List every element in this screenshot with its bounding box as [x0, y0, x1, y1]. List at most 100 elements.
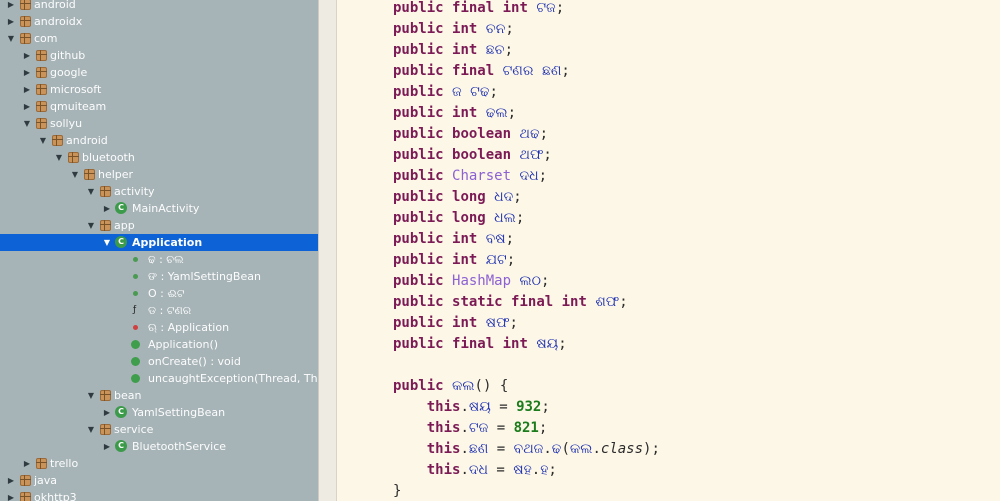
code-line[interactable]: public final int ଷୟ; — [393, 334, 567, 355]
expand-arrow-icon[interactable]: ▼ — [38, 132, 48, 149]
tree-row[interactable]: ▶ java — [0, 472, 318, 489]
expand-arrow-icon[interactable]: ▼ — [22, 115, 32, 132]
code-line[interactable]: public କଲ() { — [393, 376, 508, 397]
code-line[interactable]: this.ଟଜ = 821; — [393, 418, 548, 439]
tree-row[interactable]: ▶ C BluetoothService — [0, 438, 318, 455]
tree-row[interactable]: ▼ activity — [0, 183, 318, 200]
tree-row[interactable]: ▼ helper — [0, 166, 318, 183]
code-keyword: int — [452, 252, 478, 268]
package-icon — [100, 424, 111, 435]
code-line[interactable]: public long ଧଦ; — [393, 187, 522, 208]
code-line[interactable]: public long ଧଲ; — [393, 208, 524, 229]
collapse-arrow-icon[interactable]: ▶ — [6, 13, 16, 30]
tree-row[interactable]: ▶ C YamlSettingBean — [0, 404, 318, 421]
tree-row[interactable]: onCreate() : void — [0, 353, 318, 370]
tree-row[interactable]: ▶ github — [0, 47, 318, 64]
expand-arrow-icon[interactable]: ▼ — [70, 166, 80, 183]
expand-arrow-icon[interactable]: ▼ — [102, 234, 112, 251]
code-line[interactable]: public int ଢଲ; — [393, 103, 516, 124]
tree-row[interactable]: ▼ bluetooth — [0, 149, 318, 166]
code-line[interactable]: public boolean ଥଫ; — [393, 145, 552, 166]
collapse-arrow-icon[interactable]: ▶ — [22, 64, 32, 81]
code-keyword: boolean — [452, 126, 512, 142]
collapse-arrow-icon[interactable]: ▶ — [22, 47, 32, 64]
tree-row[interactable]: ▼ com — [0, 30, 318, 47]
tree-row[interactable]: ▶ trello — [0, 455, 318, 472]
tree-row[interactable]: ଋ : Application — [0, 319, 318, 336]
tree-row[interactable]: ▶ okhttp3 — [0, 489, 318, 501]
code-line[interactable]: public ଜ ଟଢ; — [393, 82, 498, 103]
code-line[interactable]: public final ଟଣର ଛଣ; — [393, 61, 570, 82]
code-line[interactable]: public boolean ଥଢ; — [393, 124, 548, 145]
code-line[interactable]: public int ବଷ; — [393, 229, 514, 250]
expand-arrow-icon[interactable]: ▼ — [6, 30, 16, 47]
code-line[interactable]: public int ଛଚ; — [393, 40, 513, 61]
tree-row[interactable]: Ο : ଈଟ — [0, 285, 318, 302]
code-text: ; — [505, 21, 514, 37]
tree-row[interactable]: ▼ service — [0, 421, 318, 438]
expand-arrow-icon[interactable]: ▼ — [54, 149, 64, 166]
tree-row[interactable]: ▼ app — [0, 217, 318, 234]
tree-row[interactable]: ▶ android — [0, 0, 318, 13]
tree-row-label: Ο : ଈଟ — [148, 287, 185, 300]
tree-row[interactable]: ▶ androidx — [0, 13, 318, 30]
expand-arrow-icon[interactable]: ▼ — [86, 421, 96, 438]
code-line[interactable]: public HashMap ଲଠ; — [393, 271, 549, 292]
code-keyword: public — [393, 0, 444, 16]
tree-row[interactable]: ▶ google — [0, 64, 318, 81]
tree-row[interactable]: uncaughtException(Thread, Thro — [0, 370, 318, 387]
expand-arrow-icon[interactable]: ▼ — [86, 217, 96, 234]
collapse-arrow-icon[interactable]: ▶ — [6, 489, 16, 501]
code-text: () { — [474, 378, 509, 394]
code-text: ( — [561, 441, 570, 457]
code-line[interactable]: public final int ଟଜ; — [393, 0, 564, 19]
collapse-arrow-icon[interactable]: ▶ — [6, 0, 16, 13]
code-identifier: ଷୟ — [536, 336, 559, 352]
code-line[interactable]: public int ଚନ; — [393, 19, 514, 40]
code-identifier: ଛଚ — [485, 42, 505, 58]
code-line[interactable]: public static final int ଶଫ; — [393, 292, 628, 313]
tree-row[interactable]: ▶ C MainActivity — [0, 200, 318, 217]
code-text: ; — [541, 273, 550, 289]
tree-row-label: Application — [132, 236, 203, 249]
collapse-arrow-icon[interactable]: ▶ — [102, 200, 112, 217]
collapse-arrow-icon[interactable]: ▶ — [102, 438, 112, 455]
tree-row[interactable]: ଢ : ଚଲ — [0, 251, 318, 268]
tree-row[interactable]: ▶ microsoft — [0, 81, 318, 98]
tree-row[interactable]: ▶ qmuiteam — [0, 98, 318, 115]
tree-row[interactable]: ƒ ଡ : ଟଣର — [0, 302, 318, 319]
tree-row[interactable]: ▼ sollyu — [0, 115, 318, 132]
collapse-arrow-icon[interactable]: ▶ — [22, 81, 32, 98]
expand-arrow-icon[interactable]: ▼ — [86, 183, 96, 200]
code-line[interactable]: public int ଷଫ; — [393, 313, 518, 334]
tree-row[interactable]: Application() — [0, 336, 318, 353]
code-line[interactable]: this.ଛଣ = ବଥଜ.ଢ(କଲ.class); — [393, 439, 660, 460]
code-editor[interactable]: public final int ଟଜ; public int ଚନ; public… — [338, 0, 1000, 501]
code-number: 932 — [516, 399, 542, 415]
tree-row[interactable]: ▼ android — [0, 132, 318, 149]
expand-arrow-icon[interactable]: ▼ — [86, 387, 96, 404]
code-line[interactable]: public Charset ଦଧ; — [393, 166, 547, 187]
code-line[interactable]: this.ଦଧ = ଷହ.ହ; — [393, 460, 557, 481]
tree-row-label: ଋ : Application — [148, 321, 230, 334]
tree-row-label: activity — [114, 185, 155, 198]
collapse-arrow-icon[interactable]: ▶ — [22, 98, 32, 115]
collapse-arrow-icon[interactable]: ▶ — [102, 404, 112, 421]
code-line[interactable]: } — [393, 481, 401, 501]
field-icon — [133, 291, 138, 296]
code-identifier: ଷହ — [513, 462, 532, 478]
tree-row[interactable]: ▼ bean — [0, 387, 318, 404]
class-icon: C — [115, 406, 127, 418]
code-line[interactable]: this.ଷୟ = 932; — [393, 397, 550, 418]
code-line[interactable]: public int ଯଟ; — [393, 250, 515, 271]
tree-row[interactable]: ▼ C Application — [0, 234, 318, 251]
collapse-arrow-icon[interactable]: ▶ — [22, 455, 32, 472]
collapse-arrow-icon[interactable]: ▶ — [6, 472, 16, 489]
tree-row[interactable]: ଙ : YamlSettingBean — [0, 268, 318, 285]
